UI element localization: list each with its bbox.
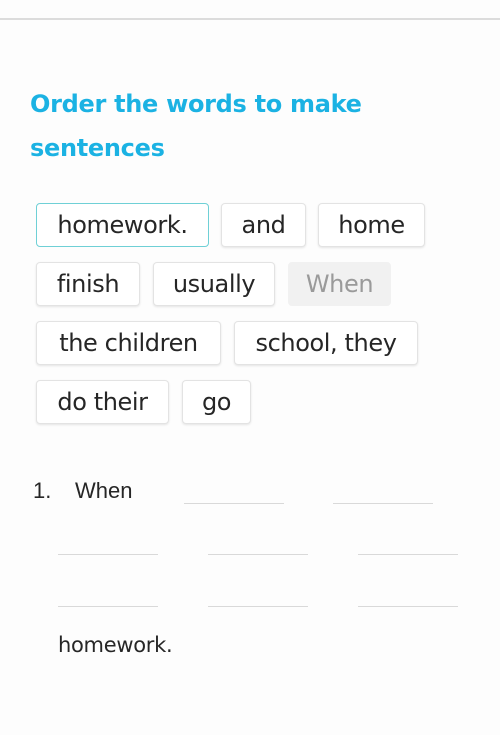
word-chip-the-children[interactable]: the children bbox=[36, 321, 221, 365]
answer-blank-7[interactable] bbox=[208, 606, 308, 607]
answer-blank-8[interactable] bbox=[358, 606, 458, 607]
exercise-title: Order the words to make sentences bbox=[30, 90, 362, 162]
answer-word-when[interactable]: When bbox=[75, 478, 132, 504]
word-chip-homework[interactable]: homework. bbox=[36, 203, 209, 247]
answer-blank-2[interactable] bbox=[333, 503, 433, 504]
answer-blank-3[interactable] bbox=[58, 554, 158, 555]
word-chip-finish[interactable]: finish bbox=[36, 262, 140, 306]
answer-blank-6[interactable] bbox=[58, 606, 158, 607]
word-chip-home[interactable]: home bbox=[318, 203, 425, 247]
answer-blank-1[interactable] bbox=[184, 503, 284, 504]
answer-word-homework[interactable]: homework. bbox=[58, 633, 173, 657]
word-chip-when[interactable]: When bbox=[288, 262, 391, 306]
word-chip-do-their[interactable]: do their bbox=[36, 380, 169, 424]
word-chip-and[interactable]: and bbox=[221, 203, 306, 247]
question-number: 1. bbox=[33, 478, 52, 503]
word-chip-go[interactable]: go bbox=[182, 380, 251, 424]
answer-blank-4[interactable] bbox=[208, 554, 308, 555]
word-chip-school-they[interactable]: school, they bbox=[234, 321, 418, 365]
answer-blank-5[interactable] bbox=[358, 554, 458, 555]
word-chip-usually[interactable]: usually bbox=[153, 262, 275, 306]
top-divider bbox=[0, 18, 500, 20]
